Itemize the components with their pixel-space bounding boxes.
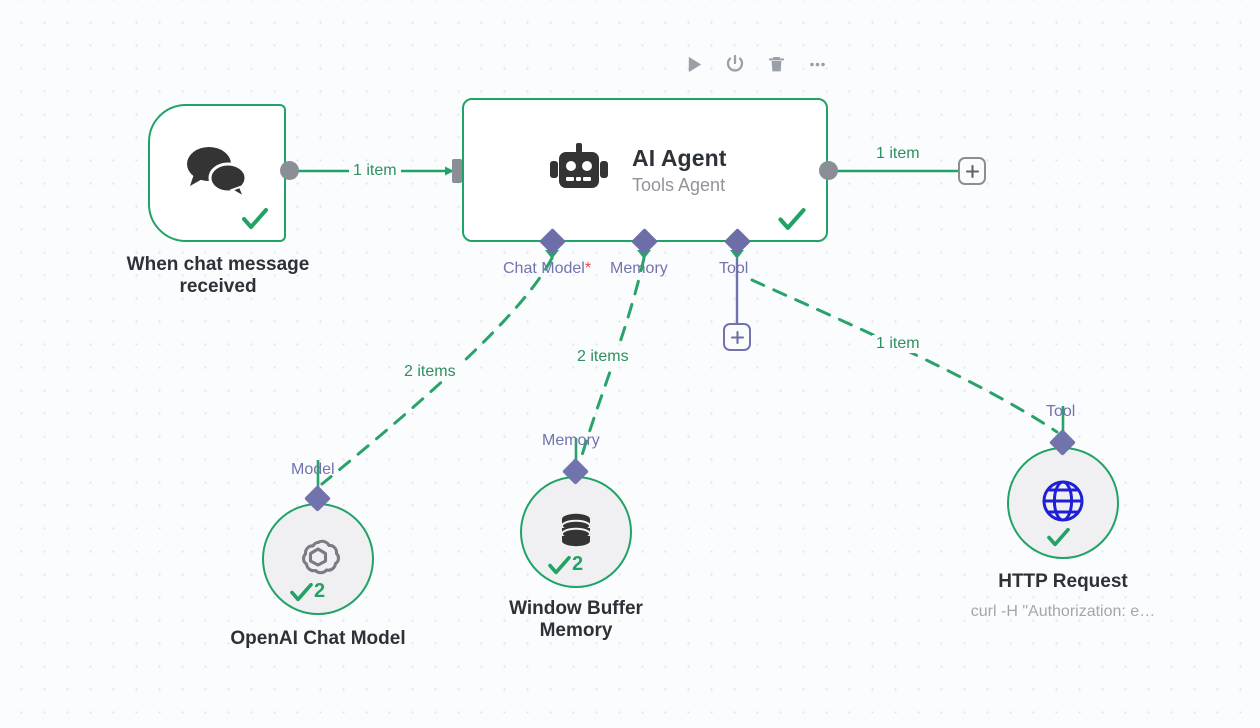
openai-logo-icon: [294, 533, 342, 586]
database-icon: [552, 506, 600, 559]
chat-bubbles-icon: [184, 144, 250, 203]
chat-model-status-badge: 2: [290, 581, 325, 602]
memory-status-badge: 2: [548, 554, 583, 575]
add-main-node-button[interactable]: [958, 157, 986, 185]
trash-icon[interactable]: [762, 50, 790, 78]
node-http-request[interactable]: [1007, 447, 1119, 559]
memory-run-count: 2: [572, 553, 584, 575]
agent-text-block: AI Agent Tools Agent: [632, 145, 727, 196]
http-node-label: HTTP Request: [998, 571, 1128, 592]
edge-label-agent-to-memory: 2 items: [573, 348, 633, 366]
edge-label-agent-to-next: 1 item: [872, 145, 924, 163]
edge-label-agent-to-chat-model: 2 items: [400, 363, 460, 381]
ellipsis-icon[interactable]: [803, 50, 831, 78]
agent-status-badge: [778, 208, 806, 231]
robot-icon: [550, 142, 608, 198]
required-asterisk: *: [584, 260, 592, 277]
trigger-status-badge: [242, 208, 268, 230]
chat-model-node-label: OpenAI Chat Model: [230, 628, 406, 649]
node-ai-agent[interactable]: AI Agent Tools Agent: [462, 98, 828, 242]
http-node-port-label: Tool: [1046, 403, 1076, 420]
agent-input-port[interactable]: [452, 159, 462, 183]
chat-model-run-count: 2: [314, 580, 326, 602]
play-icon[interactable]: [680, 50, 708, 78]
http-node-sublabel: curl -H "Authorization: e…: [970, 603, 1156, 620]
memory-node-port-label: Memory: [542, 432, 600, 449]
agent-title: AI Agent: [632, 144, 727, 171]
http-status-badge: [1047, 528, 1070, 547]
trigger-output-port[interactable]: [280, 161, 299, 180]
globe-icon: [1040, 478, 1086, 529]
add-tool-node-button[interactable]: [723, 323, 751, 351]
agent-port-label-memory: Memory: [610, 260, 668, 277]
chat-model-node-port-label: Model: [291, 461, 335, 478]
edge-label-trigger-to-agent: 1 item: [349, 162, 401, 180]
agent-subtitle: Tools Agent: [632, 174, 726, 195]
workflow-canvas[interactable]: When chat message received AI Agent Tool…: [0, 0, 1260, 728]
power-icon[interactable]: [721, 50, 749, 78]
trigger-node-label: When chat message received: [126, 254, 310, 298]
agent-port-label-chat-model: Chat Model*: [503, 260, 591, 278]
chat-model-label-text: Chat Model: [503, 260, 585, 277]
agent-port-label-tool: Tool: [719, 260, 749, 277]
node-toolbar[interactable]: [680, 50, 831, 78]
node-window-buffer-memory[interactable]: 2: [520, 476, 632, 588]
agent-output-port[interactable]: [819, 161, 838, 180]
node-openai-chat-model[interactable]: 2: [262, 503, 374, 615]
memory-node-label: Window Buffer Memory: [509, 598, 643, 642]
node-when-chat-message-received[interactable]: [148, 104, 286, 242]
edge-label-agent-to-http: 1 item: [872, 335, 924, 353]
